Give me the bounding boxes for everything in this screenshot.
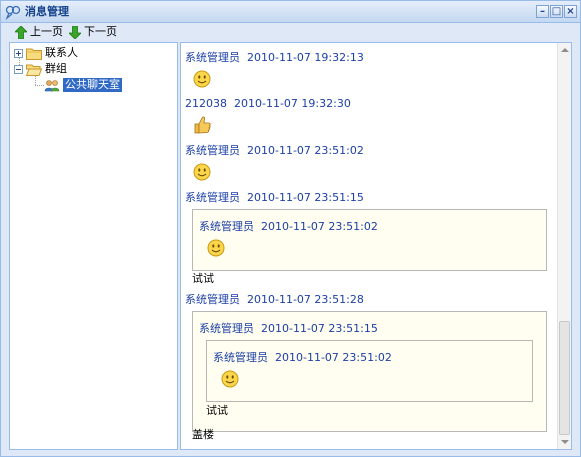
arrow-down-icon	[69, 25, 81, 39]
message-time: 2010-11-07 23:51:28	[247, 293, 364, 306]
message-text: 试试	[192, 272, 214, 285]
message-time: 2010-11-07 19:32:13	[247, 51, 364, 64]
scroll-down-icon[interactable]	[561, 440, 569, 444]
message-sender: 系统管理员	[213, 351, 268, 364]
quoted-message: 系统管理员 2010-11-07 23:51:02	[192, 209, 547, 271]
tree-node-label: 群组	[45, 62, 67, 75]
message-sender: 系统管理员	[185, 293, 240, 306]
next-page-button[interactable]: 下一页	[69, 24, 117, 40]
chat-icon	[5, 5, 21, 20]
message-sender: 系统管理员	[199, 322, 254, 335]
message-sender: 系统管理员	[185, 51, 240, 64]
next-page-label: 下一页	[84, 25, 117, 38]
message-header: 系统管理员 2010-11-07 23:51:02	[185, 144, 364, 158]
message-header: 系统管理员 2010-11-07 23:51:02	[213, 351, 392, 365]
message-sender: 系统管理员	[199, 220, 254, 233]
message-sender: 系统管理员	[185, 191, 240, 204]
prev-page-label: 上一页	[30, 25, 63, 38]
quoted-message: 系统管理员 2010-11-07 23:51:15 系统管理员 2010-11-07…	[192, 311, 547, 432]
close-button[interactable]: ×	[564, 5, 577, 18]
tree-node-label: 公共聊天室	[63, 78, 122, 92]
title-bar[interactable]: 消息管理 – □ ×	[1, 1, 580, 23]
nested-quoted-message: 系统管理员 2010-11-07 23:51:02	[206, 340, 533, 402]
group-users-icon	[44, 79, 60, 91]
message-time: 2010-11-07 23:51:02	[261, 220, 378, 233]
message-time: 2010-11-07 23:51:02	[275, 351, 392, 364]
arrow-up-icon	[15, 25, 27, 39]
maximize-button[interactable]: □	[550, 5, 563, 18]
collapse-toggle[interactable]	[14, 64, 23, 74]
message-history[interactable]: 系统管理员 2010-11-07 19:32:13 212038 2010-11-0…	[180, 42, 572, 450]
scrollbar-thumb[interactable]	[559, 321, 570, 435]
thumbs-up-icon	[194, 116, 211, 134]
message-manager-window: 消息管理 – □ × 上一页 下一页 联系人 群组 公共聊天室 系统管理员 20…	[0, 0, 581, 457]
scroll-up-icon[interactable]	[561, 48, 569, 52]
message-text: 盖楼	[192, 428, 214, 441]
expand-toggle[interactable]	[14, 48, 23, 58]
tree-node-label: 联系人	[45, 46, 78, 59]
folder-icon	[26, 48, 42, 60]
message-sender: 212038	[185, 97, 227, 110]
message-header: 系统管理员 2010-11-07 19:32:13	[185, 51, 364, 65]
message-time: 2010-11-07 23:51:15	[247, 191, 364, 204]
message-time: 2010-11-07 23:51:15	[261, 322, 378, 335]
message-header: 系统管理员 2010-11-07 23:51:15	[185, 191, 364, 205]
smiley-icon	[207, 239, 225, 257]
message-text: 试试	[206, 404, 228, 417]
contact-tree: 联系人 群组 公共聊天室	[9, 42, 178, 450]
message-header: 系统管理员 2010-11-07 23:51:15	[199, 322, 378, 336]
window-title: 消息管理	[25, 5, 69, 18]
prev-page-button[interactable]: 上一页	[15, 24, 63, 40]
vertical-scrollbar[interactable]	[557, 43, 571, 449]
smiley-icon	[193, 163, 211, 181]
message-time: 2010-11-07 19:32:30	[234, 97, 351, 110]
message-header: 系统管理员 2010-11-07 23:51:28	[185, 293, 364, 307]
message-sender: 系统管理员	[185, 144, 240, 157]
message-time: 2010-11-07 23:51:02	[247, 144, 364, 157]
folder-open-icon	[26, 64, 42, 76]
message-header: 212038 2010-11-07 19:32:30	[185, 97, 351, 111]
tree-node-contacts[interactable]: 联系人	[14, 45, 78, 61]
tree-node-public-chatroom[interactable]: 公共聊天室	[44, 77, 122, 93]
smiley-icon	[193, 70, 211, 88]
smiley-icon	[221, 370, 239, 388]
tree-node-groups[interactable]: 群组	[14, 61, 67, 77]
toolbar: 上一页 下一页	[1, 23, 580, 41]
message-header: 系统管理员 2010-11-07 23:51:02	[199, 220, 378, 234]
minimize-button[interactable]: –	[536, 5, 549, 18]
